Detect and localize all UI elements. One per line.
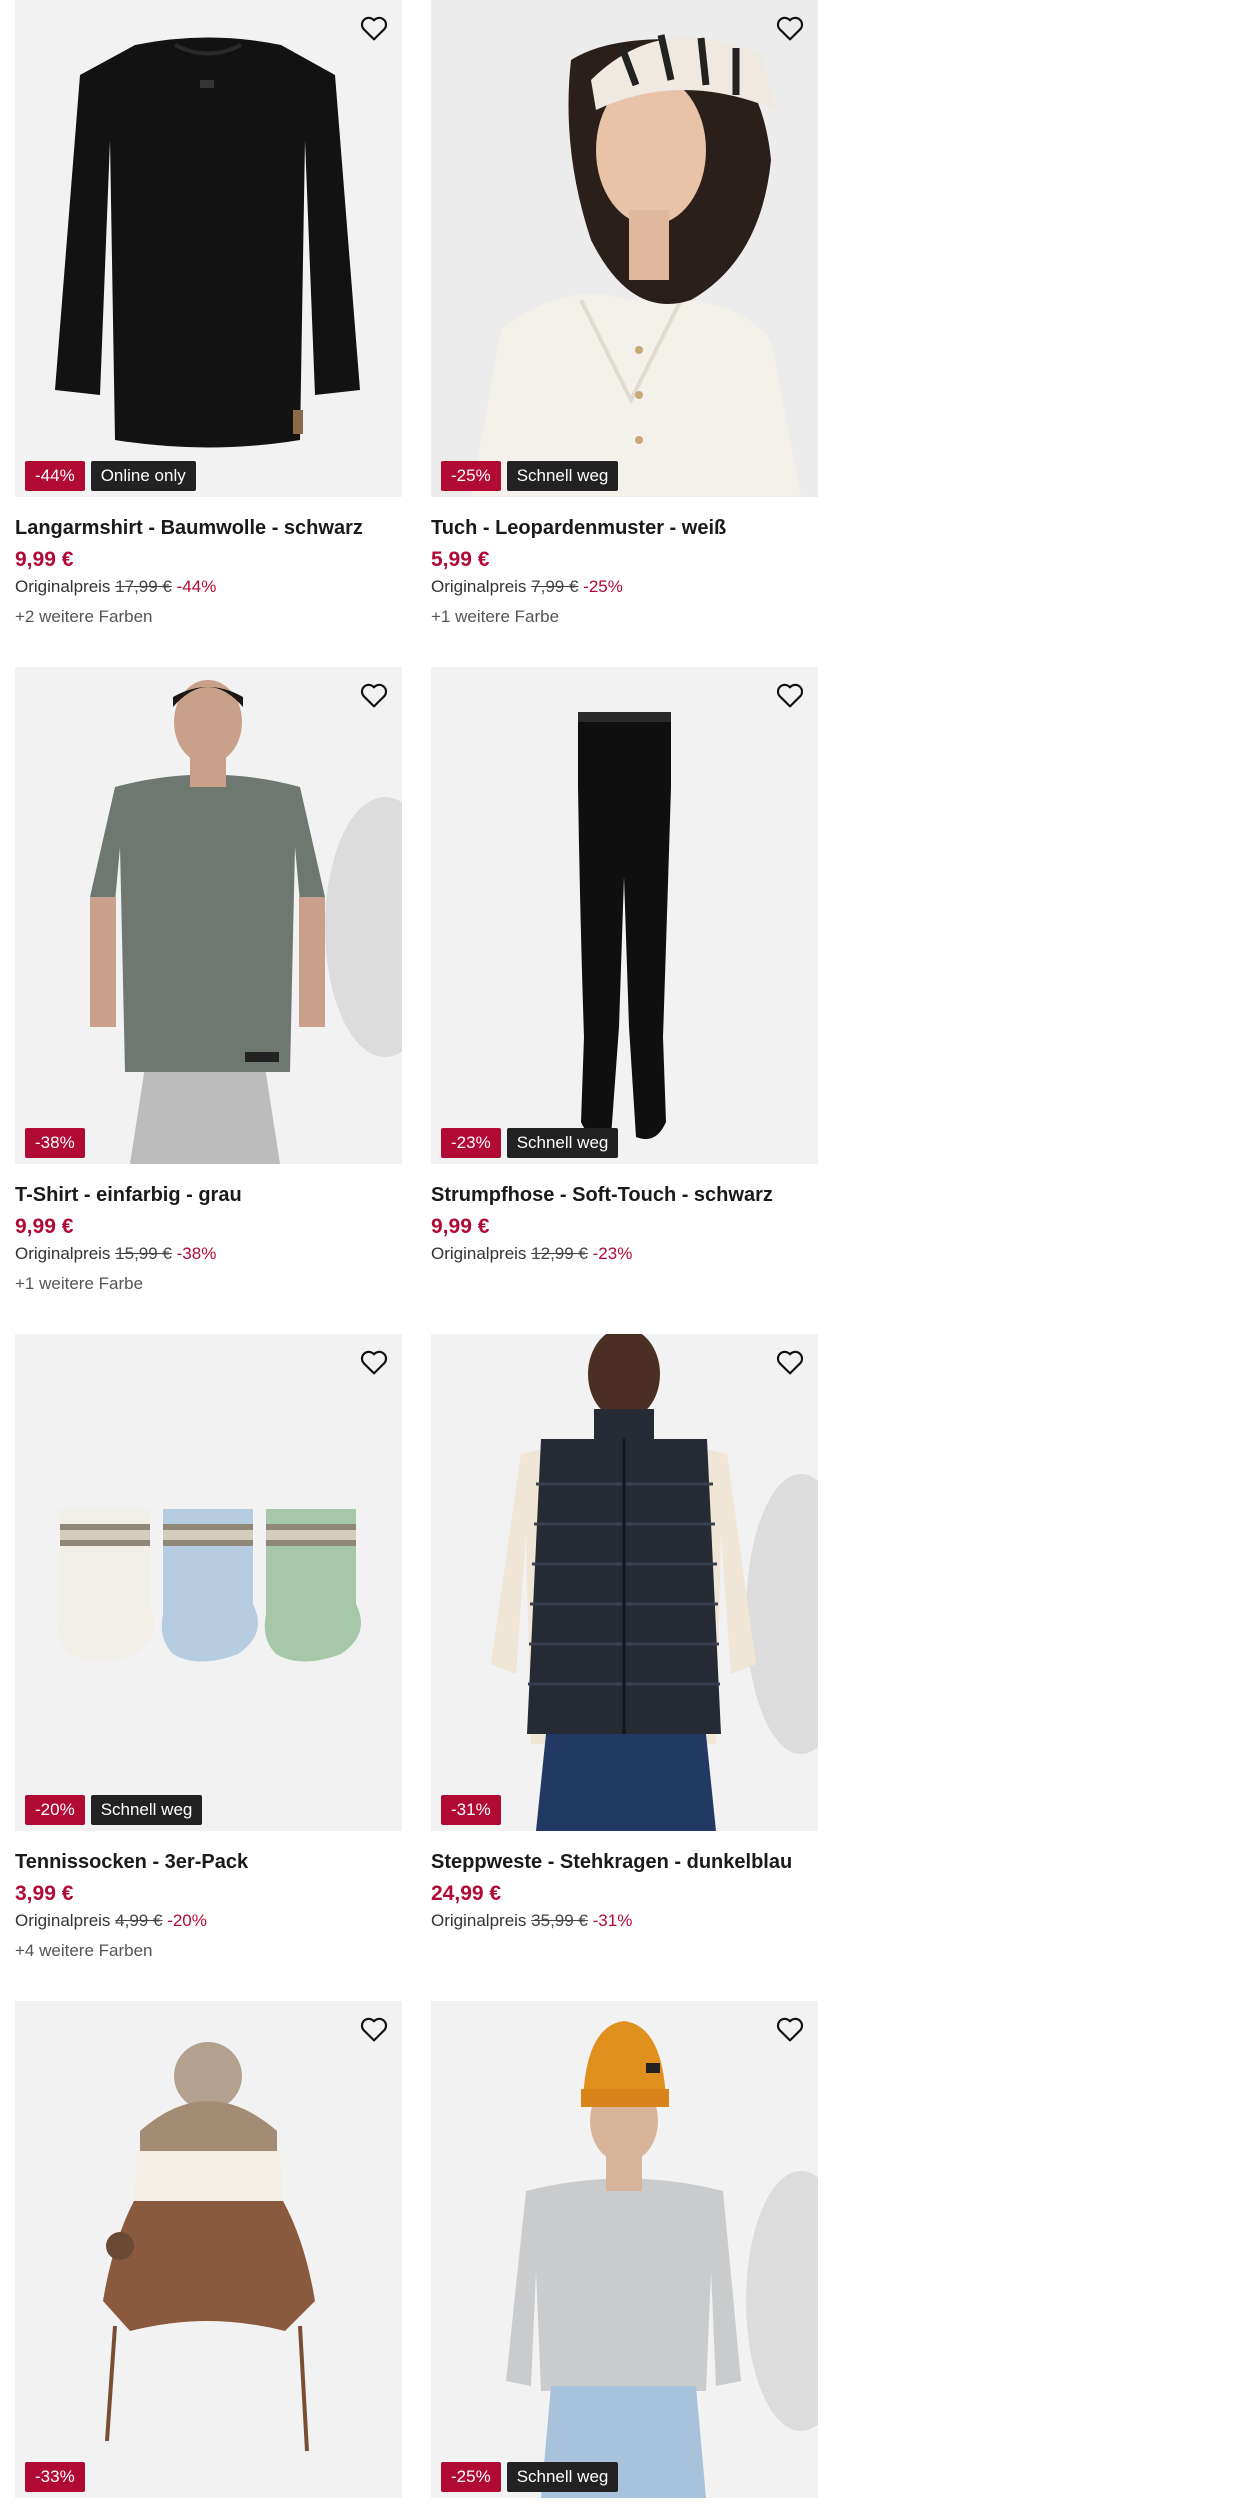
original-price-label: Originalpreis	[431, 1244, 527, 1263]
man-puffer-vest-image	[491, 1334, 818, 1831]
man-grey-sweater-beanie-image	[506, 2021, 818, 2498]
original-price: 15,99 €	[115, 1244, 172, 1263]
product-name[interactable]: Tuch - Leopardenmuster - weiß	[431, 515, 818, 541]
product-card[interactable]: -33%	[15, 2001, 402, 2498]
favorite-heart-icon[interactable]	[356, 677, 392, 713]
black-tights-image	[578, 712, 671, 1140]
favorite-heart-icon[interactable]	[772, 10, 808, 46]
original-price-row: Originalpreis 7,99 € -25%	[431, 576, 818, 598]
product-image[interactable]: -25% Schnell weg	[431, 0, 818, 497]
more-colors[interactable]: +1 weitere Farbe	[15, 1273, 402, 1295]
discount-percent: -23%	[592, 1244, 633, 1263]
product-card[interactable]: -44% Online only Langarmshirt - Baumwoll…	[15, 0, 402, 628]
product-image[interactable]: -38%	[15, 667, 402, 1164]
knit-baby-hat-image	[103, 2042, 315, 2452]
black-longsleeve-shirt-image	[55, 37, 360, 448]
original-price: 17,99 €	[115, 577, 172, 596]
product-name[interactable]: Strumpfhose - Soft-Touch - schwarz	[431, 1182, 818, 1208]
original-price-label: Originalpreis	[15, 1911, 111, 1930]
product-price: 9,99 €	[15, 548, 74, 571]
badge-row: -23% Schnell weg	[441, 1128, 619, 1158]
badge-row: -31%	[441, 1795, 501, 1825]
discount-percent: -25%	[583, 577, 623, 596]
more-colors[interactable]: +2 weitere Farben	[15, 606, 402, 628]
product-card[interactable]: -31% Steppweste - Stehkragen - dunkelbla…	[431, 1334, 818, 1932]
original-price: 35,99 €	[531, 1911, 588, 1930]
woman-with-headscarf-image	[431, 0, 818, 497]
discount-percent: -31%	[592, 1911, 633, 1930]
original-price: 4,99 €	[115, 1911, 163, 1930]
product-image[interactable]: -20% Schnell weg	[15, 1334, 402, 1831]
product-name[interactable]: Steppweste - Stehkragen - dunkelblau	[431, 1849, 818, 1875]
discount-badge: -23%	[441, 1128, 501, 1158]
original-price-label: Originalpreis	[15, 577, 111, 596]
discount-percent: -38%	[176, 1244, 217, 1263]
product-image[interactable]: -31%	[431, 1334, 818, 1831]
badge-row: -20% Schnell weg	[25, 1795, 203, 1825]
favorite-heart-icon[interactable]	[356, 10, 392, 46]
product-card[interactable]: -38% T-Shirt - einfarbig - grau 9,99 € O…	[15, 667, 402, 1295]
original-price-label: Originalpreis	[15, 1244, 111, 1263]
three-socks-image	[58, 1509, 361, 1662]
more-colors[interactable]: +4 weitere Farben	[15, 1940, 402, 1962]
product-price: 9,99 €	[431, 1215, 490, 1238]
man-grey-tshirt-image	[90, 680, 402, 1164]
original-price-label: Originalpreis	[431, 1911, 527, 1930]
original-price-label: Originalpreis	[431, 577, 527, 596]
original-price-row: Originalpreis 35,99 € -31%	[431, 1910, 818, 1932]
info-badge: Online only	[90, 461, 196, 491]
favorite-heart-icon[interactable]	[356, 2011, 392, 2047]
product-price: 5,99 €	[431, 548, 490, 571]
discount-badge: -33%	[25, 2462, 85, 2492]
badge-row: -33%	[25, 2462, 85, 2492]
product-card[interactable]: -20% Schnell weg Tennissocken - 3er-Pack…	[15, 1334, 402, 1962]
badge-row: -38%	[25, 1128, 85, 1158]
more-colors[interactable]: +1 weitere Farbe	[431, 606, 818, 628]
discount-badge: -25%	[441, 2462, 501, 2492]
original-price-row: Originalpreis 12,99 € -23%	[431, 1243, 818, 1265]
product-card[interactable]: -25% Schnell weg Tuch - Leopardenmuster …	[431, 0, 818, 628]
info-badge: Schnell weg	[506, 1128, 619, 1158]
favorite-heart-icon[interactable]	[772, 2011, 808, 2047]
original-price-row: Originalpreis 4,99 € -20%	[15, 1910, 402, 1932]
discount-percent: -44%	[176, 577, 217, 596]
product-image[interactable]: -23% Schnell weg	[431, 667, 818, 1164]
original-price-row: Originalpreis 17,99 € -44%	[15, 576, 402, 598]
discount-percent: -20%	[167, 1911, 207, 1930]
favorite-heart-icon[interactable]	[772, 677, 808, 713]
product-name[interactable]: T-Shirt - einfarbig - grau	[15, 1182, 402, 1208]
product-price: 3,99 €	[15, 1882, 74, 1905]
product-image[interactable]: -25% Schnell weg	[431, 2001, 818, 2498]
product-name[interactable]: Langarmshirt - Baumwolle - schwarz	[15, 515, 402, 541]
info-badge: Schnell weg	[90, 1795, 203, 1825]
discount-badge: -31%	[441, 1795, 501, 1825]
info-badge: Schnell weg	[506, 461, 619, 491]
product-image[interactable]: -33%	[15, 2001, 402, 2498]
product-price: 9,99 €	[15, 1215, 74, 1238]
discount-badge: -38%	[25, 1128, 85, 1158]
badge-row: -25% Schnell weg	[441, 2462, 619, 2492]
product-card[interactable]: -25% Schnell weg	[431, 2001, 818, 2498]
product-price: 24,99 €	[431, 1882, 502, 1905]
product-image[interactable]: -44% Online only	[15, 0, 402, 497]
product-name[interactable]: Tennissocken - 3er-Pack	[15, 1849, 402, 1875]
product-card[interactable]: -23% Schnell weg Strumpfhose - Soft-Touc…	[431, 667, 818, 1265]
badge-row: -44% Online only	[25, 461, 196, 491]
favorite-heart-icon[interactable]	[772, 1344, 808, 1380]
favorite-heart-icon[interactable]	[356, 1344, 392, 1380]
discount-badge: -20%	[25, 1795, 85, 1825]
info-badge: Schnell weg	[506, 2462, 619, 2492]
original-price: 7,99 €	[531, 577, 579, 596]
discount-badge: -25%	[441, 461, 501, 491]
discount-badge: -44%	[25, 461, 85, 491]
original-price-row: Originalpreis 15,99 € -38%	[15, 1243, 402, 1265]
product-grid: -44% Online only Langarmshirt - Baumwoll…	[0, 0, 1250, 2516]
original-price: 12,99 €	[531, 1244, 588, 1263]
badge-row: -25% Schnell weg	[441, 461, 619, 491]
